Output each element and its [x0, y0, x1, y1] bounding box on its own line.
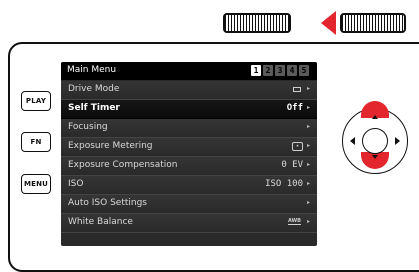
menu-item-label: Exposure Compensation	[68, 160, 178, 170]
menu-title: Main Menu	[67, 65, 117, 75]
chevron-right-icon: ▸	[306, 180, 310, 187]
page-tabs: 1 2 3 4 5	[251, 65, 309, 76]
menu-item-label: White Balance	[68, 217, 133, 227]
menu-item-value: ISO 100	[265, 179, 303, 189]
arrow-up-icon	[372, 115, 378, 119]
page-tab-1[interactable]: 1	[251, 65, 261, 76]
right-thumbwheel[interactable]	[340, 13, 406, 33]
chevron-right-icon: ▸	[306, 199, 310, 206]
arrow-left-icon	[350, 137, 355, 145]
menu-item-exposure-compensation[interactable]: Exposure Compensation 0 EV ▸	[61, 157, 317, 176]
single-shot-icon	[293, 87, 301, 92]
menu-item-value: 0 EV	[281, 160, 303, 170]
menu-item-label: Exposure Metering	[68, 141, 153, 151]
menu-item-iso[interactable]: ISO ISO 100 ▸	[61, 176, 317, 195]
page-tab-2[interactable]: 2	[263, 65, 273, 76]
chevron-right-icon: ▸	[306, 85, 310, 92]
menu-item-auto-iso-settings[interactable]: Auto ISO Settings ▸	[61, 195, 317, 214]
chevron-right-icon: ▸	[306, 161, 310, 168]
menu-item-exposure-metering[interactable]: Exposure Metering • ▸	[61, 138, 317, 157]
chevron-right-icon: ▸	[306, 123, 310, 130]
page-tab-4[interactable]: 4	[287, 65, 297, 76]
page-tab-3[interactable]: 3	[275, 65, 285, 76]
menu-item-label: Focusing	[68, 122, 108, 132]
menu-item-white-balance[interactable]: White Balance AWB ▸	[61, 214, 317, 233]
menu-item-self-timer[interactable]: Self Timer Off ▸	[61, 100, 317, 119]
camera-screen: Main Menu 1 2 3 4 5 Drive Mode ▸ Self Ti…	[61, 62, 317, 246]
menu-list: Drive Mode ▸ Self Timer Off ▸ Focusing ▸…	[61, 81, 317, 233]
menu-item-drive-mode[interactable]: Drive Mode ▸	[61, 81, 317, 100]
arrow-down-icon	[372, 155, 378, 159]
arrow-right-icon	[395, 137, 400, 145]
metering-mode-icon: •	[292, 142, 303, 151]
menu-item-label: Drive Mode	[68, 84, 120, 94]
page-tab-5[interactable]: 5	[299, 65, 309, 76]
menu-item-focusing[interactable]: Focusing ▸	[61, 119, 317, 138]
dpad-center-button[interactable]	[362, 128, 388, 154]
menu-item-label: Auto ISO Settings	[68, 198, 147, 208]
play-button[interactable]: PLAY	[21, 91, 51, 111]
left-thumbwheel[interactable]	[223, 13, 291, 33]
auto-white-balance-icon: AWB	[288, 218, 301, 225]
chevron-right-icon: ▸	[306, 218, 310, 225]
wheel-direction-arrow-icon	[321, 11, 336, 35]
chevron-right-icon: ▸	[306, 104, 310, 111]
menu-button[interactable]: MENU	[21, 174, 51, 194]
menu-item-label: Self Timer	[68, 103, 120, 113]
chevron-right-icon: ▸	[306, 142, 310, 149]
fn-button[interactable]: FN	[21, 132, 51, 152]
menu-item-value: Off	[286, 103, 303, 113]
menu-item-label: ISO	[68, 179, 84, 189]
menu-header: Main Menu 1 2 3 4 5	[61, 62, 317, 80]
